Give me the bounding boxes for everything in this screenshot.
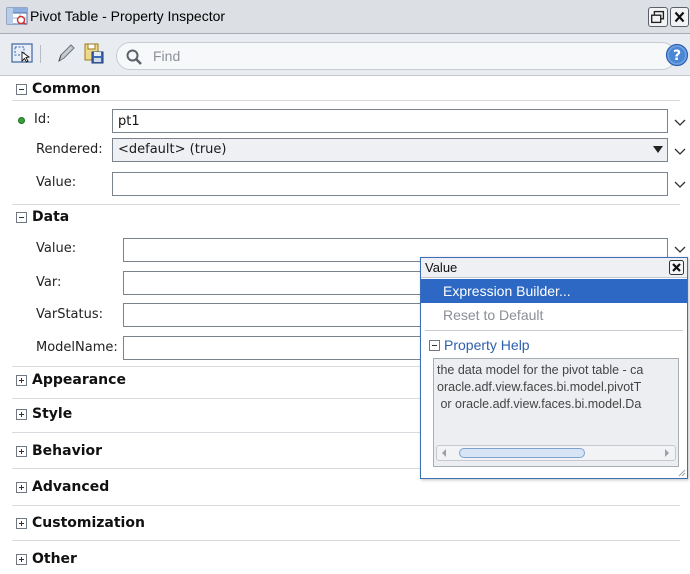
- chevron-down-icon[interactable]: [673, 116, 687, 130]
- popup-header: Value: [421, 258, 687, 278]
- find-field[interactable]: [116, 42, 676, 70]
- save-to-file-icon[interactable]: [82, 41, 106, 65]
- select-component-icon[interactable]: [10, 41, 34, 65]
- help-line: oracle.adf.view.faces.bi.model.pivotT: [437, 380, 642, 394]
- section-behavior[interactable]: Behavior: [16, 440, 102, 462]
- section-other-label: Other: [32, 551, 77, 567]
- var-field[interactable]: [123, 271, 423, 295]
- expand-icon: [16, 445, 27, 457]
- id-label: Id:: [34, 112, 51, 127]
- data-value-label: Value:: [36, 241, 77, 256]
- collapse-icon: [16, 211, 27, 223]
- section-common-label: Common: [32, 81, 101, 97]
- svg-text:?: ?: [673, 48, 681, 64]
- divider: [12, 505, 680, 506]
- menu-item-reset-to-default[interactable]: Reset to Default: [421, 303, 687, 327]
- scroll-right-icon[interactable]: [663, 449, 671, 457]
- section-behavior-label: Behavior: [32, 443, 103, 459]
- section-common[interactable]: Common: [16, 78, 101, 100]
- expand-icon: [16, 517, 27, 529]
- value-input[interactable]: [113, 173, 667, 195]
- pencil-icon[interactable]: [54, 41, 78, 65]
- close-window-icon[interactable]: [670, 7, 689, 27]
- chevron-down-icon[interactable]: [673, 178, 687, 192]
- value-field[interactable]: [112, 172, 668, 196]
- required-indicator-icon: [18, 117, 25, 124]
- divider: [12, 540, 680, 541]
- section-data-label: Data: [32, 209, 70, 225]
- help-line: the data model for the pivot table - ca: [437, 363, 644, 377]
- collapse-icon: [429, 339, 440, 351]
- varstatus-label: VarStatus:: [36, 307, 103, 322]
- search-icon: [126, 49, 142, 65]
- property-help-text-area[interactable]: the data model for the pivot table - ca o…: [433, 358, 679, 467]
- resize-grip-icon[interactable]: [677, 468, 686, 477]
- modelname-label: ModelName:: [36, 340, 118, 355]
- scroll-left-icon[interactable]: [440, 449, 448, 457]
- section-style[interactable]: Style: [16, 403, 72, 425]
- help-icon[interactable]: ?: [665, 43, 689, 67]
- value-label: Value:: [36, 175, 77, 190]
- chevron-down-icon[interactable]: [673, 243, 687, 257]
- pivot-table-icon: [6, 7, 28, 25]
- property-help-label: Property Help: [444, 337, 530, 353]
- divider: [12, 100, 680, 101]
- property-help-text: the data model for the pivot table - ca o…: [437, 362, 678, 413]
- var-input[interactable]: [124, 272, 422, 294]
- section-appearance-label: Appearance: [32, 372, 126, 388]
- expand-icon: [16, 408, 27, 420]
- scrollbar-thumb[interactable]: [459, 448, 585, 458]
- property-help-toggle[interactable]: Property Help: [429, 335, 530, 355]
- help-line: or oracle.adf.view.faces.bi.model.Da: [437, 397, 642, 411]
- expand-icon: [16, 374, 27, 386]
- expand-icon: [16, 481, 27, 493]
- popup-title: Value: [425, 260, 458, 275]
- toolbar-separator: [40, 45, 41, 63]
- section-other[interactable]: Other: [16, 548, 77, 570]
- section-style-label: Style: [32, 406, 73, 422]
- chevron-down-icon[interactable]: [673, 145, 687, 159]
- rendered-select[interactable]: <default> (true): [112, 138, 668, 162]
- dropdown-arrow-icon[interactable]: [653, 146, 663, 153]
- varstatus-input[interactable]: [124, 304, 422, 326]
- section-advanced-label: Advanced: [32, 479, 110, 495]
- expand-icon: [16, 553, 27, 565]
- varstatus-field[interactable]: [123, 303, 423, 327]
- value-popup: Value Expression Builder... Reset to Def…: [420, 257, 688, 479]
- find-input[interactable]: [153, 46, 653, 66]
- modelname-input[interactable]: [124, 337, 422, 359]
- rendered-label: Rendered:: [36, 142, 103, 157]
- section-advanced[interactable]: Advanced: [16, 476, 109, 498]
- section-customization-label: Customization: [32, 515, 145, 531]
- var-label: Var:: [36, 275, 62, 290]
- menu-item-expression-builder[interactable]: Expression Builder...: [421, 279, 687, 303]
- divider: [425, 330, 683, 331]
- window-title: Pivot Table - Property Inspector: [30, 8, 226, 24]
- section-appearance[interactable]: Appearance: [16, 369, 126, 391]
- section-data[interactable]: Data: [16, 206, 69, 228]
- close-icon[interactable]: [669, 260, 684, 275]
- collapse-icon: [16, 83, 27, 95]
- section-customization[interactable]: Customization: [16, 512, 145, 534]
- id-input[interactable]: [113, 110, 667, 132]
- horizontal-scrollbar[interactable]: [436, 445, 676, 461]
- modelname-field[interactable]: [123, 336, 423, 360]
- id-field[interactable]: [112, 109, 668, 133]
- rendered-value: <default> (true): [118, 142, 227, 157]
- divider: [12, 204, 680, 205]
- restore-window-icon[interactable]: [648, 7, 668, 27]
